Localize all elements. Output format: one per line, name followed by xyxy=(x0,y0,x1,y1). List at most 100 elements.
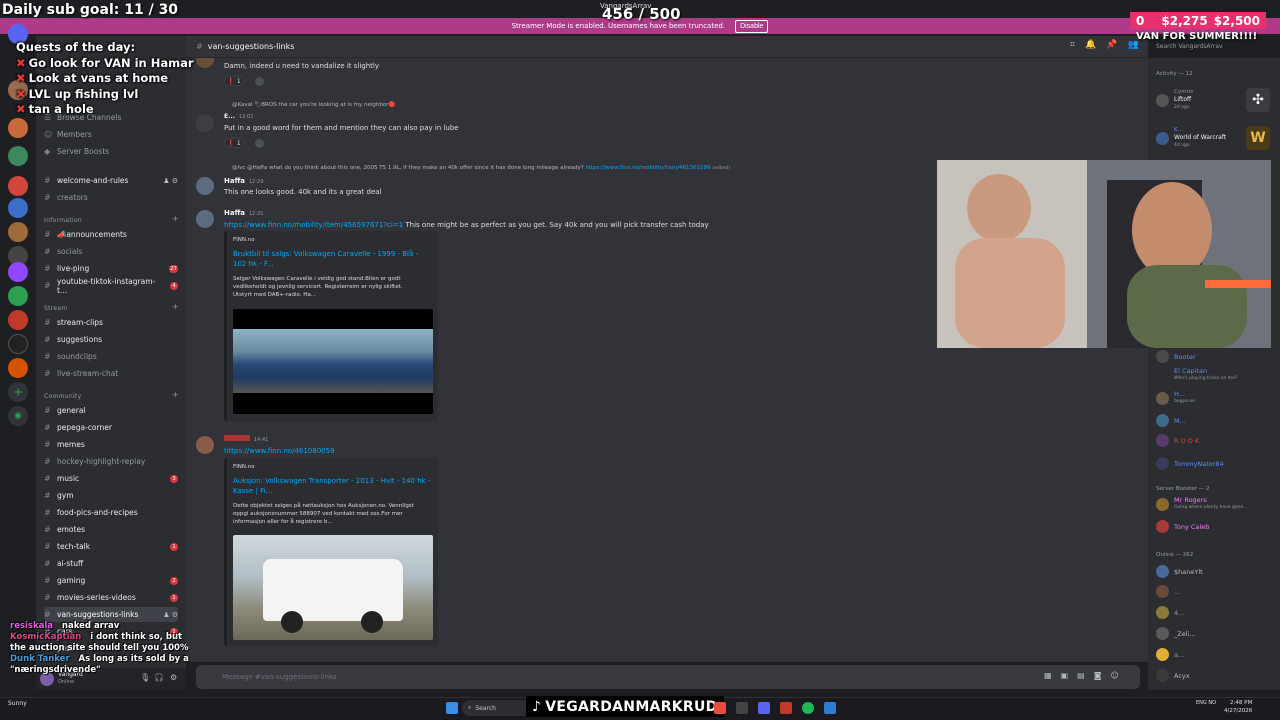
member-item[interactable]: Booter xyxy=(1156,350,1276,363)
app-icon[interactable]: ▦ xyxy=(1044,671,1052,680)
member-item[interactable]: TommyNator84 xyxy=(1156,457,1276,470)
server-icon[interactable] xyxy=(8,334,28,354)
server-icon[interactable] xyxy=(8,146,28,166)
message-link[interactable]: https://www.finn.no/mobility/item/456597… xyxy=(224,221,403,229)
channel-live-ping[interactable]: # live-ping 27 xyxy=(44,261,178,276)
bell-icon[interactable]: 🔔 xyxy=(1085,40,1096,50)
member-item[interactable]: $haneYlt xyxy=(1156,565,1276,578)
taskbar-clock[interactable]: 2:48 PM 4/27/2026 xyxy=(1224,699,1252,715)
embed-title[interactable]: Auksjon: Volkswagen Transporter - 2013 -… xyxy=(233,476,433,496)
language-indicator[interactable]: ENG NO xyxy=(1196,700,1220,707)
channel-gym[interactable]: # gym xyxy=(44,488,178,503)
add-server-icon[interactable]: + xyxy=(8,382,28,402)
channel-gaming[interactable]: # gaming 2 xyxy=(44,573,178,588)
weather-widget[interactable]: Sunny xyxy=(8,700,27,707)
server-icon[interactable] xyxy=(8,358,28,378)
embed-image[interactable] xyxy=(233,309,433,414)
channel-tech-talk[interactable]: # tech-talk 1 xyxy=(44,539,178,554)
server-boosts-link[interactable]: ◆ Server Boosts xyxy=(44,144,178,159)
member-item[interactable]: M... xyxy=(1156,414,1276,427)
reaction-button[interactable]: ❗ 1 xyxy=(224,138,244,148)
category-stream[interactable]: Stream xyxy=(44,305,68,312)
channel-general[interactable]: # general xyxy=(44,403,178,418)
channel-youtube-tiktok[interactable]: # youtube-tiktok-instagram-t... 4 xyxy=(44,277,178,295)
disable-streamer-mode-button[interactable]: Disable xyxy=(735,19,769,33)
avatar[interactable] xyxy=(196,436,214,454)
channel-socials[interactable]: # socials xyxy=(44,244,178,259)
channel-suggestions[interactable]: # suggestions xyxy=(44,332,178,347)
reply-link[interactable]: https://www.finn.no/mobility/item/461362… xyxy=(585,165,710,171)
add-reaction-icon[interactable] xyxy=(255,139,264,148)
message-author[interactable]: E... 12:02 xyxy=(224,113,253,120)
sticker-icon[interactable]: ◙ xyxy=(1094,671,1102,680)
member-item[interactable]: El Capitan Who's playing tricks on me? xyxy=(1156,368,1276,382)
member-item[interactable]: R O O K xyxy=(1156,434,1276,447)
settings-icon[interactable]: ♟ ⚙ xyxy=(163,611,178,619)
server-icon[interactable] xyxy=(8,222,28,242)
server-icon[interactable] xyxy=(8,118,28,138)
server-icon[interactable] xyxy=(8,310,28,330)
channel-creators[interactable]: # creators xyxy=(44,190,178,205)
channel-pepega-corner[interactable]: # pepega-corner xyxy=(44,420,178,435)
app-icon[interactable] xyxy=(824,702,836,714)
start-icon[interactable] xyxy=(446,702,458,714)
member-item[interactable]: Mr Rogers Going where plenty have gone... xyxy=(1156,497,1276,511)
message-input[interactable]: Message #van-suggestions-links xyxy=(196,665,1140,689)
message-author[interactable]: 14:41 xyxy=(224,435,268,443)
app-icon[interactable] xyxy=(714,702,726,714)
discover-icon[interactable]: ◉ xyxy=(8,406,28,426)
category-community[interactable]: Community xyxy=(44,393,81,400)
member-item[interactable]: a... xyxy=(1156,648,1276,661)
channel-welcome-and-rules[interactable]: # welcome-and-rules ♟ ⚙ xyxy=(44,173,178,188)
message-author[interactable]: Haffa 12:29 xyxy=(224,177,263,185)
channel-stream-clips[interactable]: # stream-clips xyxy=(44,315,178,330)
reaction-button[interactable]: ❗ 1 xyxy=(224,76,244,86)
member-item[interactable]: _Zeli... xyxy=(1156,627,1276,640)
taskbar-search[interactable]: ⌕ Search xyxy=(462,700,534,716)
add-reaction-icon[interactable] xyxy=(255,77,264,86)
settings-icon[interactable]: ♟ ⚙ xyxy=(163,177,178,185)
twitch-server-icon[interactable] xyxy=(8,262,28,282)
member-item[interactable]: H... bagpo.oo xyxy=(1156,391,1276,405)
channel-emotes[interactable]: # emotes xyxy=(44,522,178,537)
discord-icon[interactable] xyxy=(758,702,770,714)
server-icon[interactable] xyxy=(8,286,28,306)
spotify-icon[interactable] xyxy=(802,702,814,714)
channel-live-stream-chat[interactable]: # live-stream-chat xyxy=(44,366,178,381)
channel-ai-stuff[interactable]: # ai-stuff xyxy=(44,556,178,571)
channel-soundclips[interactable]: # soundclips xyxy=(44,349,178,364)
member-item[interactable]: Acyx xyxy=(1156,669,1276,682)
channel-hockey-highlight-replay[interactable]: # hockey-highlight-replay xyxy=(44,454,178,469)
embed-title[interactable]: Bruktbil til salgs: Volkswagen Caravelle… xyxy=(233,249,433,269)
member-item[interactable]: ... xyxy=(1156,585,1276,598)
app-icon[interactable] xyxy=(736,702,748,714)
channel-announcements[interactable]: # 📣announcements xyxy=(44,227,178,242)
add-channel-icon[interactable]: + xyxy=(172,390,179,399)
gift-icon[interactable]: ▣ xyxy=(1061,671,1069,680)
search-input[interactable]: Search VangardsArrav xyxy=(1152,40,1276,54)
avatar[interactable] xyxy=(196,177,214,195)
channel-van-suggestions-links[interactable]: # van-suggestions-links ♟ ⚙ xyxy=(44,607,178,622)
activity-game: World of Warcraft xyxy=(1174,134,1227,141)
message-link[interactable]: https://www.finn.no/461080059 xyxy=(224,447,335,455)
server-icon[interactable] xyxy=(8,176,28,196)
add-channel-icon[interactable]: + xyxy=(172,302,179,311)
category-information[interactable]: Information xyxy=(44,217,82,224)
emoji-icon[interactable]: ☺ xyxy=(1110,671,1118,680)
message-author[interactable]: Haffa 12:31 xyxy=(224,209,263,217)
pin-icon[interactable]: 📌 xyxy=(1106,40,1117,50)
avatar[interactable] xyxy=(196,210,214,228)
member-item[interactable]: Tony Caleb xyxy=(1156,520,1276,533)
member-item[interactable]: 4... xyxy=(1156,606,1276,619)
add-channel-icon[interactable]: + xyxy=(172,214,179,223)
app-icon[interactable] xyxy=(780,702,792,714)
gif-icon[interactable]: ▤ xyxy=(1077,671,1085,680)
threads-icon[interactable]: ⌗ xyxy=(1070,40,1075,50)
members-link[interactable]: ☺ Members xyxy=(44,127,178,142)
embed-image[interactable] xyxy=(233,535,433,640)
server-icon[interactable] xyxy=(8,198,28,218)
channel-memes[interactable]: # memes xyxy=(44,437,178,452)
channel-movies-series[interactable]: # movies-series-videos 1 xyxy=(44,590,178,605)
channel-food-pics[interactable]: # food-pics-and-recipes xyxy=(44,505,178,520)
channel-music[interactable]: # music 3 xyxy=(44,471,178,486)
